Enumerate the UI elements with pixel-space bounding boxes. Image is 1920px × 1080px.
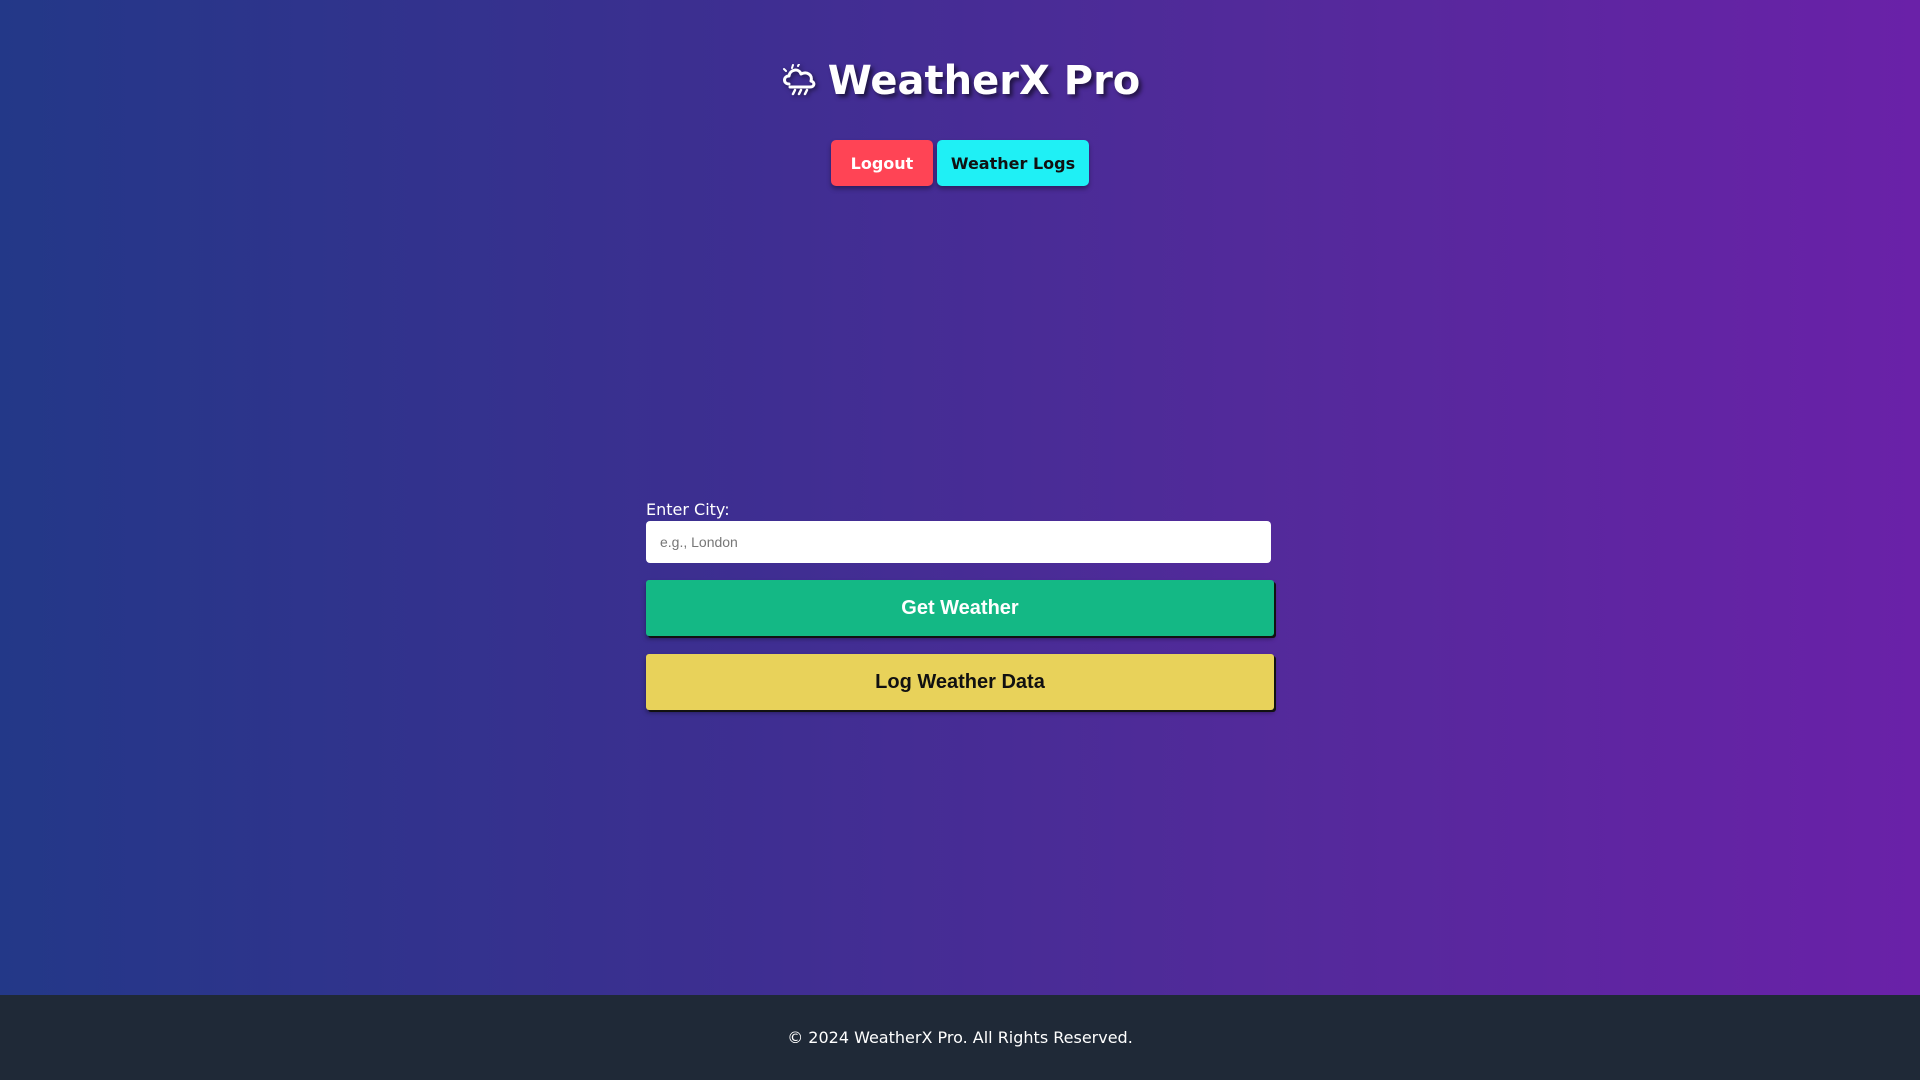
weather-logs-button[interactable]: Weather Logs bbox=[937, 140, 1089, 186]
city-input[interactable] bbox=[646, 521, 1271, 563]
page-title: WeatherX Pro bbox=[780, 58, 1141, 104]
weather-form: Enter City: Get Weather Log Weather Data bbox=[646, 500, 1274, 710]
logout-button[interactable]: Logout bbox=[831, 140, 933, 186]
header: WeatherX Pro bbox=[0, 58, 1920, 104]
cloud-rain-icon bbox=[780, 64, 818, 98]
log-weather-button[interactable]: Log Weather Data bbox=[646, 654, 1274, 710]
top-nav: Logout Weather Logs bbox=[0, 140, 1920, 186]
main-area: WeatherX Pro Logout Weather Logs Enter C… bbox=[0, 0, 1920, 995]
footer: © 2024 WeatherX Pro. All Rights Reserved… bbox=[0, 995, 1920, 1080]
copyright-text: © 2024 WeatherX Pro. All Rights Reserved… bbox=[787, 1028, 1133, 1047]
city-label: Enter City: bbox=[646, 500, 730, 519]
app-title: WeatherX Pro bbox=[827, 58, 1141, 104]
get-weather-button[interactable]: Get Weather bbox=[646, 580, 1274, 636]
